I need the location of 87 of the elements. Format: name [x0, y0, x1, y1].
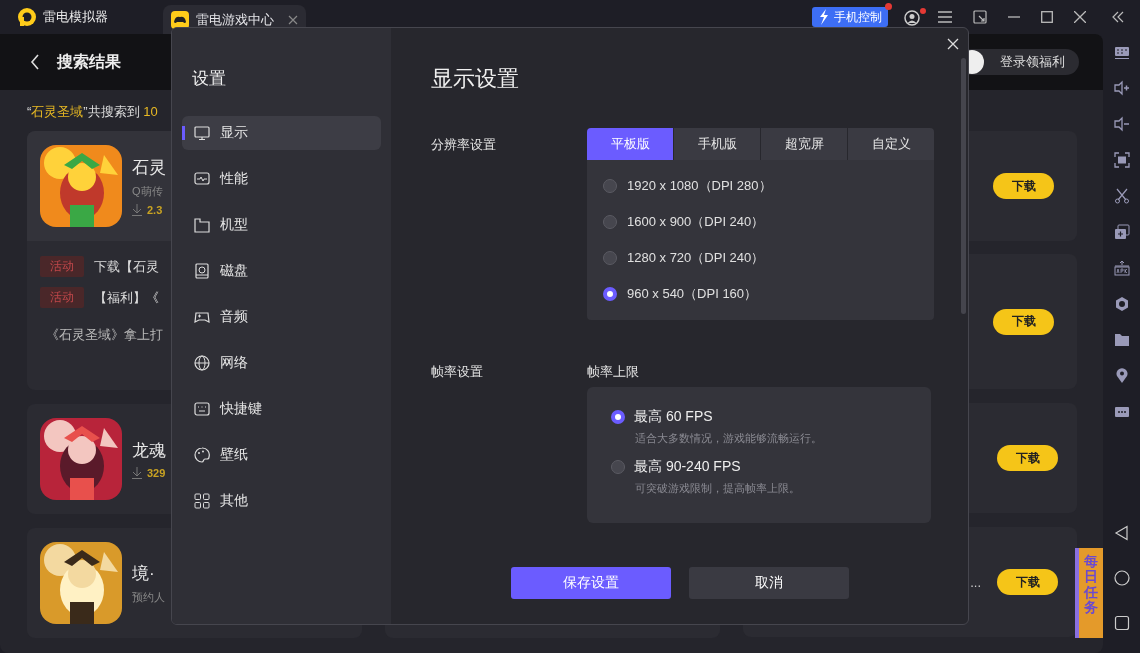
- result-summary: “石灵圣域”共搜索到 10: [27, 103, 159, 121]
- download-button[interactable]: 下载: [997, 445, 1058, 471]
- scrollbar[interactable]: [961, 58, 966, 314]
- globe-icon: [194, 355, 210, 371]
- grid-icon: [194, 493, 210, 509]
- location-icon[interactable]: [1113, 368, 1130, 384]
- download-icon: [132, 467, 142, 479]
- setting-label: 帧率设置: [431, 363, 484, 381]
- download-button[interactable]: 下载: [993, 308, 1054, 335]
- settings-nav-item[interactable]: 机型: [182, 208, 381, 242]
- download-count: 329: [147, 467, 166, 479]
- logo-icon: [17, 7, 37, 27]
- radio-label: 960 x 540（DPI 160）: [627, 285, 758, 303]
- option-description: 适合大多数情况，游戏能够流畅运行。: [634, 431, 823, 446]
- radio-button[interactable]: [603, 215, 617, 229]
- settings-nav-item[interactable]: 快捷键: [182, 392, 381, 426]
- cancel-button[interactable]: 取消: [688, 567, 849, 599]
- volume-up-icon[interactable]: [1113, 80, 1130, 96]
- settings-nav-item[interactable]: 网络: [182, 346, 381, 380]
- radio-button[interactable]: [603, 251, 617, 265]
- resolution-tab[interactable]: 手机版: [674, 128, 760, 160]
- game-title: 龙魂: [132, 440, 166, 462]
- menu-icon[interactable]: [938, 11, 952, 23]
- option-description: 可突破游戏限制，提高帧率上限。: [634, 481, 801, 496]
- settings-nav-item[interactable]: 壁纸: [182, 438, 381, 472]
- keyboard-icon: [194, 401, 210, 417]
- activity-text[interactable]: 下载【石灵: [94, 257, 159, 276]
- pulse-icon: [194, 171, 210, 187]
- radio-button[interactable]: [611, 460, 625, 474]
- settings-nav-item[interactable]: 显示: [182, 116, 381, 150]
- radio-label: 1920 x 1080（DPI 280）: [627, 177, 772, 195]
- download-count: 2.3: [147, 204, 163, 216]
- keyboard-icon[interactable]: [1113, 44, 1130, 60]
- back-icon[interactable]: [30, 54, 40, 70]
- scissors-icon[interactable]: [1113, 188, 1130, 204]
- settings-nav-item[interactable]: 磁盘: [182, 254, 381, 288]
- radio-label: 1280 x 720（DPI 240）: [627, 249, 765, 267]
- resolution-tab[interactable]: 自定义: [848, 128, 934, 160]
- close-icon[interactable]: [1074, 11, 1086, 23]
- setting-label: 分辨率设置: [431, 136, 497, 154]
- palette-icon: [194, 447, 210, 463]
- dialog-title: 设置: [192, 68, 227, 90]
- screenshot-icon[interactable]: [1113, 152, 1130, 168]
- collapse-icon[interactable]: [1112, 11, 1124, 23]
- bolt-icon: [818, 9, 830, 25]
- game-subtitle: 预约人: [132, 589, 165, 605]
- resolution-tab[interactable]: 超宽屏: [761, 128, 847, 160]
- home-icon[interactable]: [1113, 570, 1130, 586]
- maximize-icon[interactable]: [1041, 11, 1053, 23]
- back-icon[interactable]: [1113, 525, 1130, 541]
- radio-label: 1600 x 900（DPI 240）: [627, 213, 765, 231]
- radio-button[interactable]: [603, 179, 617, 193]
- hexagon-icon[interactable]: [1113, 296, 1130, 312]
- download-button[interactable]: 下载: [993, 173, 1054, 199]
- settings-nav-item[interactable]: 性能: [182, 162, 381, 196]
- radio-label: 最高 60 FPS: [634, 408, 713, 426]
- folder-icon[interactable]: [1113, 332, 1130, 348]
- activity-tag: 活动: [40, 287, 84, 308]
- settings-nav-item[interactable]: 音频: [182, 300, 381, 334]
- section-title: 显示设置: [431, 65, 520, 93]
- download-icon: [132, 204, 142, 216]
- truncated-text: ...: [970, 574, 981, 590]
- gamepad-icon: [194, 309, 210, 325]
- account-icon[interactable]: [904, 8, 926, 26]
- settings-nav-item[interactable]: 其他: [182, 484, 381, 518]
- setting-sublabel: 帧率上限: [587, 363, 640, 381]
- activity-text[interactable]: 【福利】《: [94, 288, 159, 307]
- more-icon[interactable]: [1113, 404, 1130, 420]
- game-title: 石灵: [132, 157, 166, 179]
- radio-button[interactable]: [603, 287, 617, 301]
- app-name: 雷电模拟器: [43, 8, 108, 26]
- radio-button[interactable]: [611, 410, 625, 424]
- save-button[interactable]: 保存设置: [510, 567, 671, 599]
- download-button[interactable]: 下载: [997, 569, 1058, 595]
- page-title: 搜索结果: [57, 51, 121, 72]
- add-window-icon[interactable]: [1113, 224, 1130, 240]
- resize-icon[interactable]: [973, 10, 987, 24]
- folder-icon: [194, 217, 210, 233]
- apk-icon[interactable]: [1113, 260, 1130, 276]
- recent-apps-icon[interactable]: [1113, 615, 1130, 631]
- radio-label: 最高 90-240 FPS: [634, 458, 741, 476]
- activity-tag: 活动: [40, 256, 84, 277]
- game-title: 境·: [132, 562, 156, 585]
- volume-down-icon[interactable]: [1113, 116, 1130, 132]
- game-subtitle: Q萌传: [132, 184, 164, 199]
- resolution-tab[interactable]: 平板版: [587, 128, 673, 160]
- monitor-icon: [194, 125, 210, 141]
